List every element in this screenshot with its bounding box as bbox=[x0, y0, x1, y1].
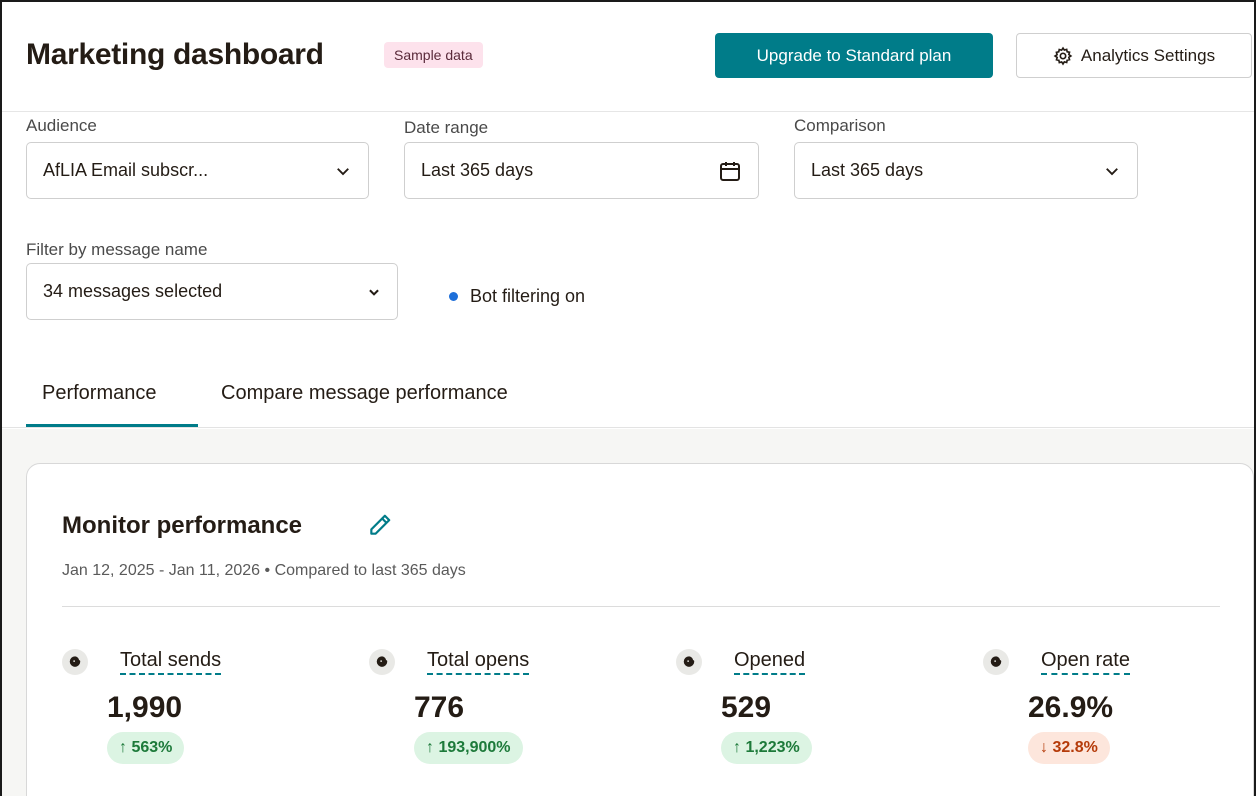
metric-value: 529 bbox=[721, 691, 772, 724]
monitor-performance-card: Monitor performance Jan 12, 2025 - Jan 1… bbox=[26, 463, 1254, 796]
metric-label[interactable]: Total opens bbox=[427, 649, 530, 675]
calendar-icon bbox=[720, 161, 740, 181]
metric-label[interactable]: Open rate bbox=[1041, 649, 1130, 675]
message-filter-value: 34 messages selected bbox=[43, 281, 223, 301]
active-tab-indicator bbox=[26, 424, 198, 427]
metric-change-badge: ↑ 563% bbox=[107, 732, 185, 764]
analytics-settings-button[interactable]: Analytics Settings bbox=[1016, 33, 1252, 78]
audience-select[interactable]: AfLIA Email subscr... bbox=[26, 142, 369, 199]
audience-label: Audience bbox=[26, 116, 97, 135]
metric-value: 26.9% bbox=[1028, 691, 1114, 724]
gear-icon bbox=[1053, 46, 1073, 65]
page-title: Marketing dashboard bbox=[26, 38, 324, 71]
date-comparison-subtitle: Jan 12, 2025 - Jan 11, 2026 • Compared t… bbox=[62, 562, 466, 579]
tab-performance[interactable]: Performance bbox=[42, 382, 157, 405]
metric-total-opens: Total opens 776 ↑ 193,900% bbox=[369, 649, 649, 779]
mailchimp-freddie-icon bbox=[983, 649, 1009, 675]
metric-change-badge: ↑ 193,900% bbox=[414, 732, 523, 764]
sample-data-badge: Sample data bbox=[384, 42, 483, 68]
message-filter-select[interactable]: 34 messages selected bbox=[26, 263, 398, 320]
mailchimp-freddie-icon bbox=[62, 649, 88, 675]
metric-open-rate: Open rate 26.9% ↓ 32.8% bbox=[983, 649, 1254, 779]
analytics-settings-label: Analytics Settings bbox=[1080, 45, 1216, 65]
tab-bar: Performance Compare message performance bbox=[2, 362, 1254, 428]
metric-opened: Opened 529 ↑ 1,223% bbox=[676, 649, 956, 779]
comparison-label: Comparison bbox=[794, 116, 886, 135]
chevron-down-icon bbox=[1106, 167, 1118, 175]
mailchimp-freddie-icon bbox=[676, 649, 702, 675]
comparison-value: Last 365 days bbox=[811, 160, 924, 180]
metric-value: 776 bbox=[414, 691, 465, 724]
metric-label[interactable]: Total sends bbox=[120, 649, 222, 675]
date-range-picker[interactable]: Last 365 days bbox=[404, 142, 759, 199]
upgrade-button[interactable]: Upgrade to Standard plan bbox=[715, 33, 993, 78]
audience-value: AfLIA Email subscr... bbox=[43, 160, 209, 180]
message-filter-label: Filter by message name bbox=[26, 240, 208, 259]
card-title: Monitor performance bbox=[62, 512, 303, 539]
header: Marketing dashboard Sample data Upgrade … bbox=[2, 2, 1254, 112]
bot-filtering-label: Bot filtering on bbox=[470, 286, 586, 306]
chevron-down-icon bbox=[369, 289, 379, 296]
bot-filtering-status: Bot filtering on bbox=[449, 286, 585, 307]
metric-label[interactable]: Opened bbox=[734, 649, 806, 675]
metric-change-badge: ↑ 1,223% bbox=[721, 732, 812, 764]
metric-change-badge: ↓ 32.8% bbox=[1028, 732, 1110, 764]
chevron-down-icon bbox=[337, 167, 349, 175]
date-range-label: Date range bbox=[404, 118, 489, 137]
pencil-icon[interactable] bbox=[367, 512, 393, 538]
metric-value: 1,990 bbox=[107, 691, 183, 724]
comparison-select[interactable]: Last 365 days bbox=[794, 142, 1138, 199]
divider bbox=[62, 606, 1220, 607]
status-dot bbox=[449, 292, 458, 301]
mailchimp-freddie-icon bbox=[369, 649, 395, 675]
dashboard-frame: Marketing dashboard Sample data Upgrade … bbox=[0, 0, 1256, 796]
date-range-value: Last 365 days bbox=[421, 160, 534, 180]
tab-compare-message-performance[interactable]: Compare message performance bbox=[221, 382, 508, 405]
metric-total-sends: Total sends 1,990 ↑ 563% bbox=[62, 649, 342, 779]
